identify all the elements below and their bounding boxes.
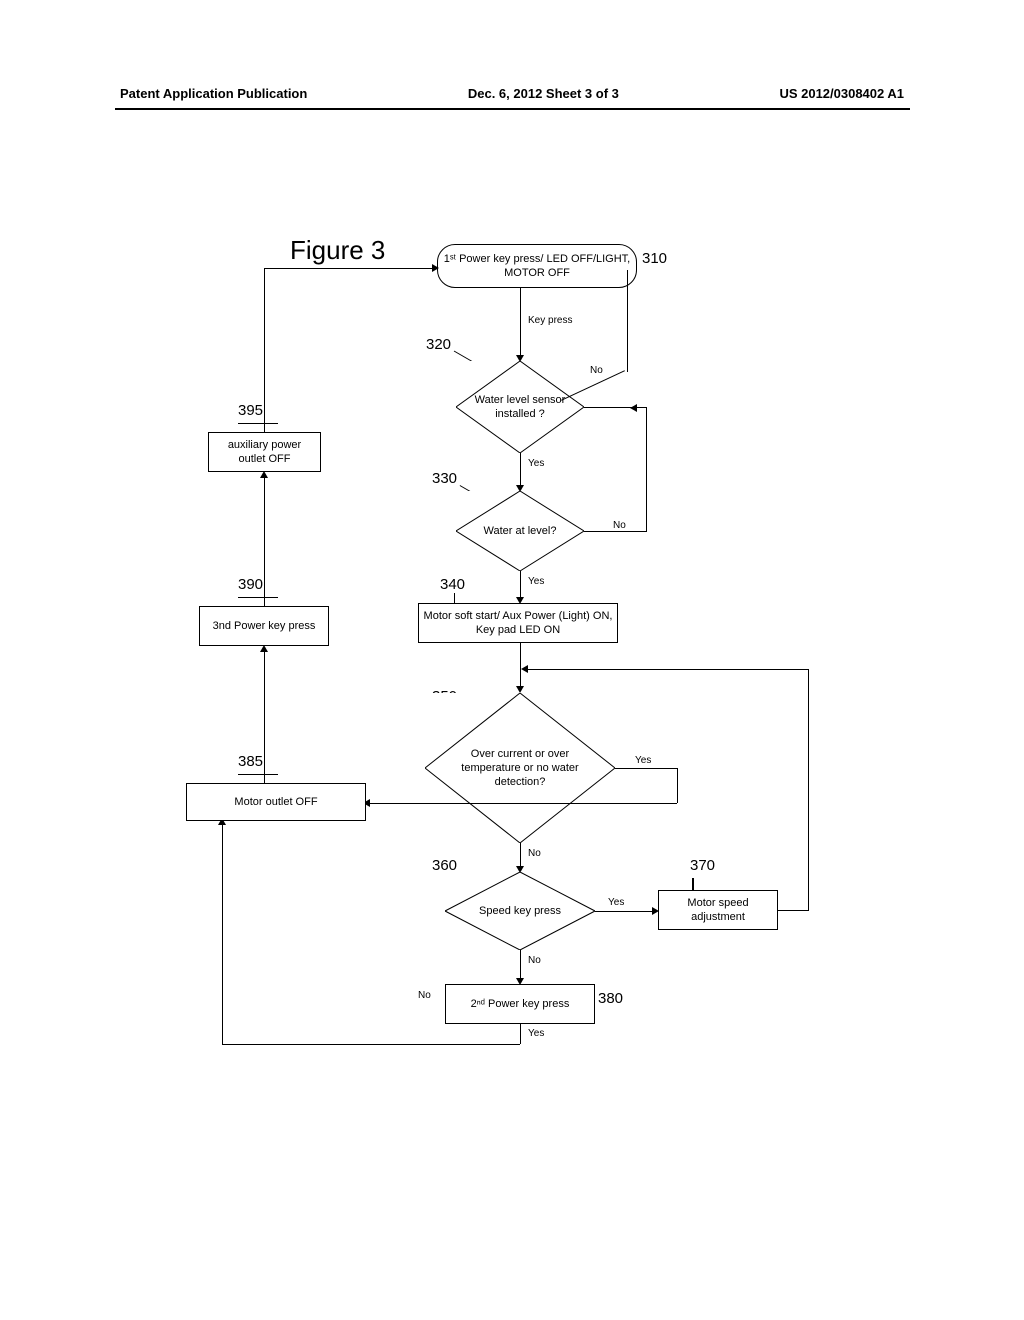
label-no: No [528,955,541,966]
arrow-icon [630,404,637,412]
ref-320: 320 [426,336,451,353]
header-rule [115,108,910,110]
label-yes: Yes [528,576,544,587]
connector [627,270,628,372]
leader [238,597,278,598]
node-370: Motor speed adjustment [658,890,778,930]
page-header: Patent Application Publication Dec. 6, 2… [0,86,1024,101]
node-395: auxiliary power outlet OFF [208,432,321,472]
connector [615,768,677,769]
connector [595,911,655,912]
node-395-text: auxiliary power outlet OFF [213,438,316,467]
connector [778,910,808,911]
ref-380: 380 [598,990,623,1007]
ref-370: 370 [690,857,715,874]
node-340: Motor soft start/ Aux Power (Light) ON, … [418,603,618,643]
node-330: Water at level? [456,491,584,571]
label-no: No [528,848,541,859]
ref-330: 330 [432,470,457,487]
node-390-text: 3nd Power key press [213,619,316,633]
connector [808,669,809,911]
connector [584,407,646,408]
ref-310: 310 [642,250,667,267]
node-310: 1ˢᵗ Power key press/ LED OFF/LIGHT, MOTO… [437,244,637,288]
connector [520,1024,521,1044]
connector [264,268,437,269]
node-390: 3nd Power key press [199,606,329,646]
node-340-text: Motor soft start/ Aux Power (Light) ON, … [423,609,613,638]
connector [222,1044,520,1045]
arrow-icon [260,645,268,652]
connector [520,843,521,867]
leader [238,423,278,424]
arrow-icon [260,471,268,478]
header-left: Patent Application Publication [120,86,307,101]
leader [238,774,278,775]
label-no: No [590,365,603,376]
ref-395: 395 [238,402,263,419]
label-yes: Yes [528,458,544,469]
node-320: Water level sensor installed ? [456,361,584,453]
node-360-text: Speed key press [479,904,561,918]
arrow-icon [516,686,524,693]
node-310-text: 1ˢᵗ Power key press/ LED OFF/LIGHT, MOTO… [442,252,632,281]
connector [370,803,677,804]
ref-340: 340 [440,576,465,593]
label-no: No [613,520,626,531]
connector [222,823,223,1044]
connector [520,288,521,356]
node-380: 2ⁿᵈ Power key press [445,984,595,1024]
node-385-text: Motor outlet OFF [234,795,317,809]
connector [524,669,808,670]
connector [264,650,265,783]
label-yes: Yes [528,1028,544,1039]
label-yes: Yes [635,755,651,766]
node-360: Speed key press [445,872,595,950]
figure-title: Figure 3 [290,235,385,266]
connector [520,950,521,980]
leader [692,878,694,890]
label-key-press: Key press [528,315,572,326]
node-370-text: Motor speed adjustment [663,896,773,925]
node-320-text: Water level sensor installed ? [456,393,584,422]
node-330-text: Water at level? [484,524,557,538]
connector [520,453,521,486]
node-350: Over current or over temperature or no w… [425,693,615,843]
arrow-icon [432,264,439,272]
connector [584,531,646,532]
header-center: Dec. 6, 2012 Sheet 3 of 3 [468,86,619,101]
connector [646,407,647,532]
ref-390: 390 [238,576,263,593]
node-350-text: Over current or over temperature or no w… [455,747,585,790]
ref-385: 385 [238,753,263,770]
label-no: No [418,990,431,1001]
node-385: Motor outlet OFF [186,783,366,821]
header-right: US 2012/0308402 A1 [779,86,904,101]
node-380-text: 2ⁿᵈ Power key press [471,997,570,1011]
connector [677,768,678,803]
connector [264,476,265,606]
connector [520,571,521,599]
connector [264,268,265,432]
label-yes: Yes [608,897,624,908]
